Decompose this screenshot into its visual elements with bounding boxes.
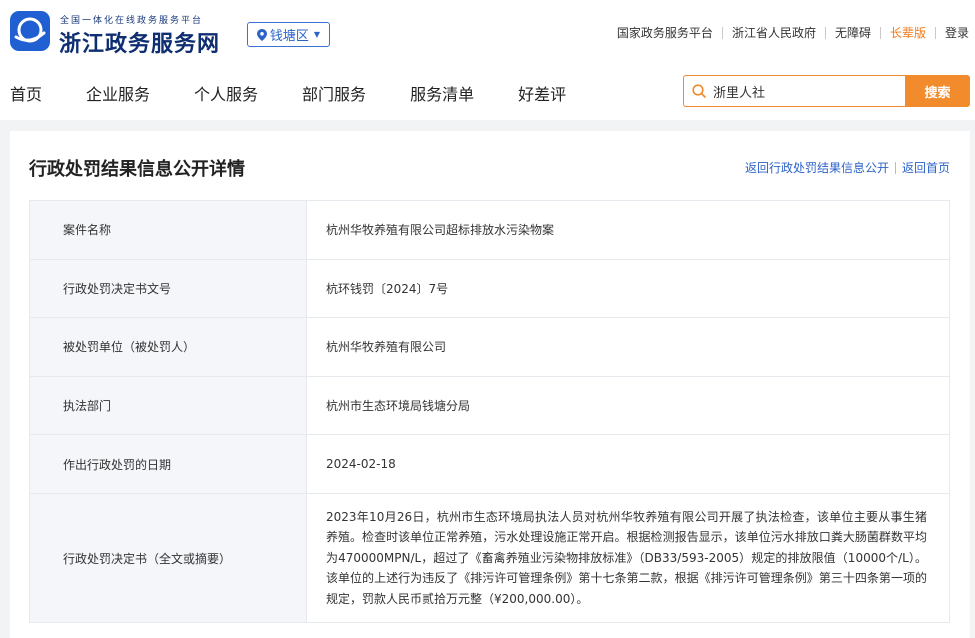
back-to-list-link[interactable]: 返回行政处罚结果信息公开 xyxy=(745,159,889,176)
region-selector[interactable]: 钱塘区 ▼ xyxy=(247,22,330,47)
nav-item-rating[interactable]: 好差评 xyxy=(518,81,566,105)
search-icon xyxy=(692,84,706,98)
page-title: 行政处罚结果信息公开详情 xyxy=(29,159,245,180)
table-row: 执法部门 杭州市生态环境局钱塘分局 xyxy=(29,375,950,436)
link-accessibility[interactable]: 无障碍 xyxy=(826,24,880,41)
link-login[interactable]: 登录 xyxy=(936,24,969,41)
search-input[interactable] xyxy=(713,83,893,99)
nav-item-service-list[interactable]: 服务清单 xyxy=(410,81,474,105)
nav-item-home[interactable]: 首页 xyxy=(10,81,42,105)
row-label: 被处罚单位（被处罚人） xyxy=(29,317,307,377)
back-to-home-link[interactable]: 返回首页 xyxy=(902,159,950,176)
table-row: 被处罚单位（被处罚人） 杭州华牧养殖有限公司 xyxy=(29,317,950,377)
table-row: 行政处罚决定书文号 杭环钱罚〔2024〕7号 xyxy=(29,258,950,319)
table-row: 行政处罚决定书（全文或摘要） 2023年10月26日，杭州市生态环境局执法人员对… xyxy=(29,492,950,624)
row-label: 作出行政处罚的日期 xyxy=(29,434,307,494)
detail-panel: 行政处罚结果信息公开详情 返回行政处罚结果信息公开 返回首页 案件名称 杭州华牧… xyxy=(10,131,970,638)
table-row: 作出行政处罚的日期 2024-02-18 xyxy=(29,434,950,494)
top-links: 国家政务服务平台 浙江省人民政府 无障碍 长辈版 登录 xyxy=(608,24,969,41)
row-label: 行政处罚决定书文号 xyxy=(29,258,307,319)
logo-title[interactable]: 浙江政务服务网 xyxy=(59,26,220,58)
search-button[interactable]: 搜索 xyxy=(905,75,970,107)
row-label: 执法部门 xyxy=(29,375,307,436)
nav-item-department[interactable]: 部门服务 xyxy=(302,81,366,105)
search-bar: 搜索 xyxy=(683,75,970,107)
row-label: 案件名称 xyxy=(29,200,307,260)
nav-item-personal[interactable]: 个人服务 xyxy=(194,81,258,105)
search-box xyxy=(683,75,905,107)
detail-table: 案件名称 杭州华牧养殖有限公司超标排放水污染物案 行政处罚决定书文号 杭环钱罚〔… xyxy=(29,200,950,624)
site-header: 全国一体化在线政务服务平台 浙江政务服务网 钱塘区 ▼ 国家政务服务平台 浙江省… xyxy=(0,0,975,120)
link-elder-mode[interactable]: 长辈版 xyxy=(881,24,935,41)
row-value: 2023年10月26日，杭州市生态环境局执法人员对杭州华牧养殖有限公司开展了执法… xyxy=(306,492,950,624)
site-logo-icon[interactable] xyxy=(10,11,50,51)
logo-tagline: 全国一体化在线政务服务平台 xyxy=(60,16,204,26)
main-nav: 首页 企业服务 个人服务 部门服务 服务清单 好差评 xyxy=(10,81,610,105)
region-label: 钱塘区 xyxy=(269,29,309,44)
row-value: 杭环钱罚〔2024〕7号 xyxy=(306,258,950,319)
row-value: 杭州华牧养殖有限公司 xyxy=(306,317,950,377)
caret-down-icon: ▼ xyxy=(313,30,321,39)
nav-item-enterprise[interactable]: 企业服务 xyxy=(86,81,150,105)
link-provincial-government[interactable]: 浙江省人民政府 xyxy=(723,24,825,41)
link-national-platform[interactable]: 国家政务服务平台 xyxy=(608,24,722,41)
row-label: 行政处罚决定书（全文或摘要） xyxy=(29,492,307,624)
location-pin-icon xyxy=(256,28,267,41)
row-value: 2024-02-18 xyxy=(306,434,950,494)
divider xyxy=(894,161,896,174)
row-value: 杭州华牧养殖有限公司超标排放水污染物案 xyxy=(306,200,950,260)
breadcrumb-links: 返回行政处罚结果信息公开 返回首页 xyxy=(745,159,950,176)
table-row: 案件名称 杭州华牧养殖有限公司超标排放水污染物案 xyxy=(29,200,950,260)
row-value: 杭州市生态环境局钱塘分局 xyxy=(306,375,950,436)
